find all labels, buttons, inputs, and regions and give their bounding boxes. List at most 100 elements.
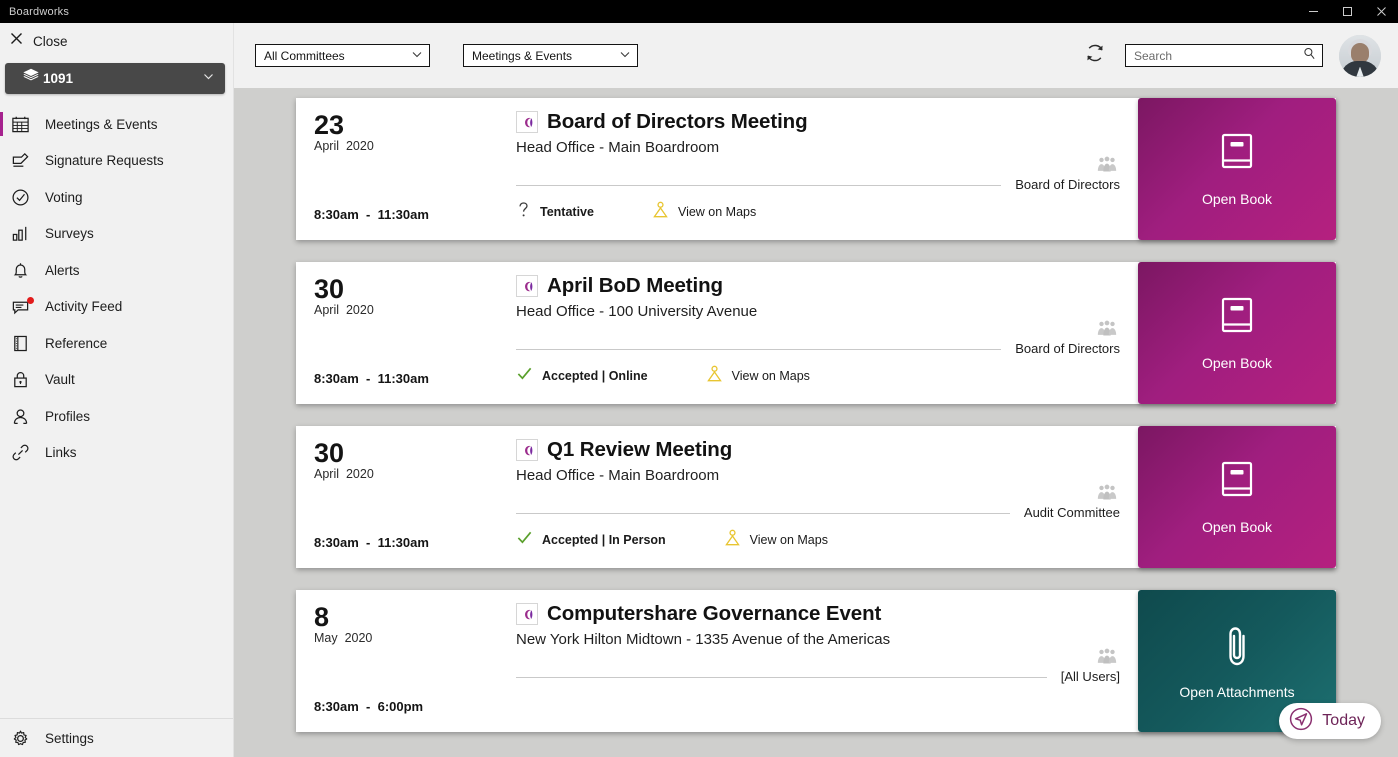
sidebar-item-label: Activity Feed <box>45 299 122 314</box>
events-list[interactable]: 23 April 2020 8:30am - 11:30am <box>234 88 1398 757</box>
open-book-button[interactable]: Open Book <box>1138 426 1336 568</box>
event-day: 30 <box>314 438 484 468</box>
event-card-body: 30 April 2020 8:30am - 11:30am <box>296 426 1138 568</box>
event-card[interactable]: 23 April 2020 8:30am - 11:30am <box>296 98 1336 240</box>
event-date: 30 April 2020 <box>314 274 484 317</box>
sidebar: Close 1091 <box>0 23 234 757</box>
sidebar-item-vault[interactable]: Vault <box>0 362 233 399</box>
event-main: April BoD Meeting Head Office - 100 Univ… <box>516 274 1138 320</box>
sidebar-item-label: Surveys <box>45 226 94 241</box>
sidebar-item-signature-requests[interactable]: Signature Requests <box>0 143 233 180</box>
event-divider-row: [All Users] <box>516 668 1120 686</box>
search-input[interactable]: Search <box>1125 44 1323 67</box>
today-label: Today <box>1322 712 1365 730</box>
top-toolbar: All Committees Meetings & Events <box>234 23 1398 88</box>
lock-icon <box>11 370 39 389</box>
view-on-maps-label: View on Maps <box>750 533 828 547</box>
group-icon <box>1096 156 1118 178</box>
event-date: 30 April 2020 <box>314 438 484 481</box>
navigation-arrow-icon <box>1288 706 1314 737</box>
sidebar-item-label: Links <box>45 445 77 460</box>
event-status: Tentative <box>516 201 594 224</box>
event-main: Computershare Governance Event New York … <box>516 602 1138 648</box>
sidebar-item-label: Signature Requests <box>45 153 164 168</box>
search-icon <box>1303 47 1316 65</box>
view-on-maps-link[interactable]: View on Maps <box>706 364 810 388</box>
search-placeholder: Search <box>1134 49 1172 63</box>
window-controls <box>1296 0 1398 23</box>
refresh-button[interactable] <box>1080 41 1110 71</box>
today-button[interactable]: Today <box>1279 703 1381 739</box>
maximize-button[interactable] <box>1330 0 1364 23</box>
workspace-selector[interactable]: 1091 <box>5 63 225 94</box>
sidebar-item-label: Profiles <box>45 409 90 424</box>
sidebar-item-settings[interactable]: Settings <box>0 719 233 757</box>
sidebar-item-profiles[interactable]: Profiles <box>0 398 233 435</box>
type-filter-value: Meetings & Events <box>472 49 572 63</box>
app-window: Boardworks Close <box>0 0 1398 757</box>
sidebar-nav: Meetings & Events Signature Requests <box>0 106 233 718</box>
open-book-label: Open Book <box>1202 355 1272 371</box>
committee-filter-select[interactable]: All Committees <box>255 44 430 67</box>
event-status: Accepted | In Person <box>516 529 666 551</box>
event-location: New York Hilton Midtown - 1335 Avenue of… <box>516 631 1138 648</box>
map-pin-icon <box>706 364 723 388</box>
event-month-year: April 2020 <box>314 303 484 317</box>
close-icon <box>10 32 23 50</box>
event-title-row: April BoD Meeting <box>516 274 1138 298</box>
view-on-maps-link[interactable]: View on Maps <box>652 200 756 224</box>
feed-icon <box>11 297 39 316</box>
sidebar-item-activity-feed[interactable]: Activity Feed <box>0 289 233 326</box>
event-main: Board of Directors Meeting Head Office -… <box>516 110 1138 156</box>
paperclip-icon <box>1219 623 1255 674</box>
sidebar-item-meetings-events[interactable]: Meetings & Events <box>0 106 233 143</box>
event-status-row: Accepted | Online View on Maps <box>516 364 810 388</box>
divider <box>516 513 1010 514</box>
type-filter-select[interactable]: Meetings & Events <box>463 44 638 67</box>
view-on-maps-link[interactable]: View on Maps <box>724 528 828 552</box>
event-title: Computershare Governance Event <box>547 602 881 626</box>
minimize-button[interactable] <box>1296 0 1330 23</box>
event-status-row: Tentative View on Maps <box>516 200 756 224</box>
divider <box>516 677 1047 678</box>
event-card[interactable]: 30 April 2020 8:30am - 11:30am <box>296 262 1336 404</box>
close-label: Close <box>33 34 68 49</box>
divider <box>516 349 1001 350</box>
event-date: 23 April 2020 <box>314 110 484 153</box>
computershare-logo-icon <box>516 603 538 625</box>
check-icon <box>516 365 533 387</box>
group-icon <box>1096 484 1118 506</box>
event-time: 8:30am - 6:00pm <box>314 699 423 714</box>
event-card[interactable]: 8 May 2020 8:30am - 6:00pm <box>296 590 1336 732</box>
open-book-label: Open Book <box>1202 191 1272 207</box>
sidebar-item-alerts[interactable]: Alerts <box>0 252 233 289</box>
group-icon <box>1096 320 1118 342</box>
chevron-down-icon <box>411 48 423 63</box>
divider <box>516 185 1001 186</box>
app-title: Boardworks <box>0 6 69 18</box>
group-icon <box>1096 648 1118 670</box>
event-title: April BoD Meeting <box>547 274 723 298</box>
gear-icon <box>11 729 39 748</box>
sidebar-item-reference[interactable]: Reference <box>0 325 233 362</box>
close-button[interactable] <box>1364 0 1398 23</box>
open-book-button[interactable]: Open Book <box>1138 262 1336 404</box>
event-card[interactable]: 30 April 2020 8:30am - 11:30am <box>296 426 1336 568</box>
close-panel-button[interactable]: Close <box>0 23 233 59</box>
workspace-label: 1091 <box>43 71 73 86</box>
sidebar-item-voting[interactable]: Voting <box>0 179 233 216</box>
event-committee-wrap: Board of Directors <box>1001 176 1120 194</box>
computershare-logo-icon <box>516 111 538 133</box>
committee-filter-value: All Committees <box>264 49 345 63</box>
avatar[interactable] <box>1339 35 1381 77</box>
notification-badge <box>27 297 34 304</box>
link-icon <box>11 443 39 462</box>
sidebar-item-label: Reference <box>45 336 107 351</box>
sidebar-item-surveys[interactable]: Surveys <box>0 216 233 253</box>
sidebar-footer: Settings <box>0 718 233 757</box>
event-committee: Board of Directors <box>1015 177 1120 192</box>
event-month-year: April 2020 <box>314 467 484 481</box>
sidebar-item-links[interactable]: Links <box>0 435 233 472</box>
event-title-row: Computershare Governance Event <box>516 602 1138 626</box>
open-book-button[interactable]: Open Book <box>1138 98 1336 240</box>
